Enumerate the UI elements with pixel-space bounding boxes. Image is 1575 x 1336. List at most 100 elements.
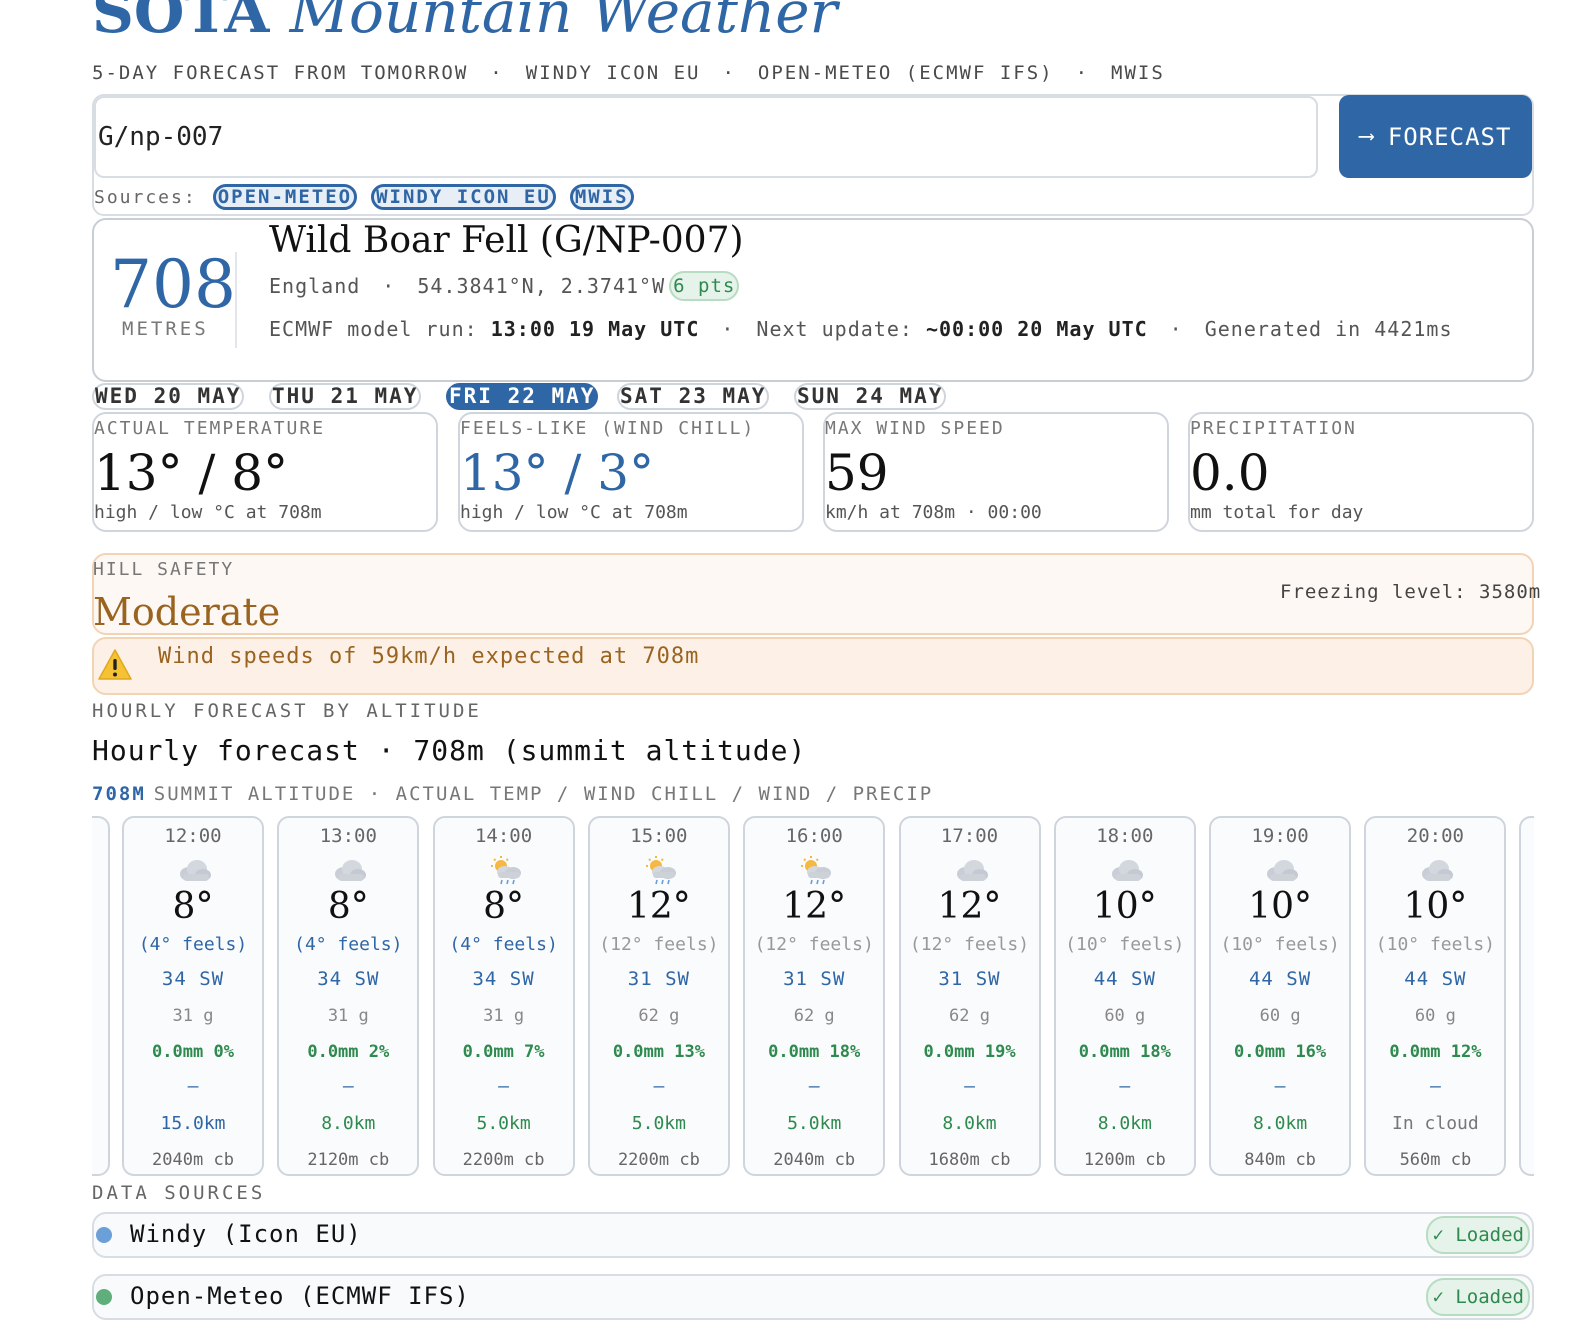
hour-precip: 0.0mm 16% — [1234, 1042, 1327, 1062]
cloud-icon — [954, 856, 990, 886]
cloud-icon — [1419, 856, 1455, 886]
stat-card-feels-like: FEELS-LIKE (WIND CHILL) 13° / 3° high / … — [458, 412, 804, 532]
hour-wind: 34 SW — [161, 968, 225, 990]
hour-visibility: 8.0km — [942, 1113, 997, 1134]
stat-value: 13° / 8° — [94, 444, 289, 502]
hour-visibility: 8.0km — [321, 1113, 376, 1134]
source-pill-open-meteo[interactable]: OPEN-METEO — [212, 184, 358, 210]
day-tab-sat[interactable]: SAT 23 MAY — [617, 383, 770, 410]
altitude-band-header: 708M SUMMIT ALTITUDE · ACTUAL TEMP / WIND… — [92, 783, 934, 805]
hourly-scroller[interactable]: 12:00 8° (4° feels) 34 SW 31 g 0.0mm 0% – 15.0k… — [92, 814, 1534, 1178]
sun-rain-icon — [643, 856, 679, 886]
arrow-right-icon: ⟶ — [1359, 124, 1374, 149]
hour-temp: 12° — [937, 886, 1002, 927]
day-tab-thu[interactable]: THU 21 MAY — [269, 383, 422, 410]
hour-card: 19:00 10° (10° feels) 44 SW 60 g 0.0mm 16% – 8.… — [1209, 816, 1352, 1176]
hour-cloud-base: 2040m cb — [152, 1150, 234, 1170]
app-subtitle: 5-DAY FORECAST FROM TOMORROW · WINDY ICON … — [92, 62, 1165, 84]
hour-temp: 12° — [626, 886, 691, 927]
stat-card-actual-temp: ACTUAL TEMPERATURE 13° / 8° high / low °… — [92, 412, 438, 532]
hour-feels-like: (12° feels) — [754, 934, 874, 955]
hour-time: 13:00 — [319, 825, 377, 847]
hour-time: 12:00 — [164, 825, 222, 847]
hour-cloud-base: 840m cb — [1244, 1150, 1316, 1170]
hour-precip: 0.0mm 0% — [152, 1042, 234, 1062]
hour-precip: 0.0mm 19% — [923, 1042, 1016, 1062]
hour-wind: 44 SW — [1404, 968, 1467, 990]
hour-precip: 0.0mm 18% — [768, 1042, 861, 1062]
hour-temp: 8° — [483, 886, 525, 927]
hour-wind: 44 SW — [1093, 968, 1156, 990]
hour-feels-like: (4° feels) — [294, 934, 403, 955]
stat-value: 0.0 — [1190, 444, 1270, 502]
hour-cloud-base: 560m cb — [1399, 1150, 1472, 1170]
hour-precip: 0.0mm 7% — [462, 1042, 545, 1062]
hour-precip: 0.0mm 13% — [612, 1042, 705, 1062]
hour-card: 16:00 12° (12° feels) 31 SW 62 g 0.0mm 18% – 5.… — [743, 816, 886, 1176]
sun-rain-icon — [488, 856, 524, 886]
stat-sub: high / low °C at 708m — [460, 502, 688, 523]
hour-precip: 0.0mm 12% — [1389, 1042, 1482, 1062]
hour-card: 14:00 8° (4° feels) 34 SW 31 g 0.0mm 7% – 5.0km… — [432, 816, 575, 1176]
hour-time: 16:00 — [785, 825, 843, 847]
status-badge: ✓ Loaded — [1426, 1216, 1530, 1254]
source-name: Windy (Icon EU) — [130, 1220, 362, 1248]
freezing-level: Freezing level: 3580m — [1280, 581, 1542, 603]
summit-altitude: 708 — [110, 246, 236, 323]
source-pill-windy[interactable]: WINDY ICON EU — [371, 184, 556, 210]
hour-visibility: 15.0km — [160, 1113, 226, 1134]
stat-sub: high / low °C at 708m — [94, 502, 322, 523]
hour-visibility: 8.0km — [1253, 1113, 1308, 1134]
hourly-title: Hourly forecast · 708m (summit altitude) — [92, 734, 807, 767]
hourly-section-label: HOURLY FORECAST BY ALTITUDE — [92, 700, 482, 722]
hour-cloud-base: 1680m cb — [928, 1150, 1011, 1170]
day-tab-sun[interactable]: SUN 24 MAY — [794, 383, 947, 410]
divider — [235, 252, 237, 348]
hour-time: 14:00 — [474, 825, 533, 847]
hour-precip: 0.0mm 18% — [1078, 1042, 1171, 1062]
hour-temp: 8° — [327, 886, 369, 927]
day-tab-fri[interactable]: FRI 22 MAY — [446, 383, 599, 410]
hour-wind: 31 SW — [783, 968, 846, 990]
hour-visibility: 5.0km — [631, 1113, 686, 1134]
altitude-unit: METRES — [122, 318, 209, 340]
source-dot — [96, 1289, 112, 1305]
hour-temp: 8° — [172, 886, 214, 927]
stat-sub: km/h at 708m · 00:00 — [825, 502, 1042, 523]
hour-wind: 31 SW — [938, 968, 1001, 990]
hour-separator: – — [1274, 1076, 1286, 1097]
hour-separator: – — [342, 1076, 354, 1097]
stat-value: 13° / 3° — [460, 444, 655, 502]
hour-separator: – — [498, 1076, 510, 1097]
hour-wind: 31 SW — [627, 968, 690, 990]
hour-card: 13:00 8° (4° feels) 34 SW 31 g 0.0mm 2% – 8.0km… — [277, 816, 420, 1176]
summit-search-input[interactable] — [94, 96, 1318, 178]
sun-rain-icon — [798, 856, 834, 886]
hour-card: 20:00 10° (10° feels) 44 SW 60 g 0.0mm 12% – In… — [1364, 816, 1507, 1176]
stat-value: 59 — [825, 444, 889, 502]
hour-cloud-base: 1200m cb — [1083, 1150, 1166, 1170]
hour-gust: 31 g — [327, 1006, 369, 1026]
source-pill-mwis[interactable]: MWIS — [569, 184, 634, 210]
hour-visibility: 5.0km — [787, 1113, 842, 1134]
hour-gust: 62 g — [638, 1006, 680, 1026]
cloud-icon — [1264, 856, 1300, 886]
app-title: SOTA Mountain Weather — [92, 0, 838, 46]
hour-feels-like: (12° feels) — [909, 934, 1030, 955]
hour-separator: – — [1429, 1076, 1441, 1097]
hour-wind: 34 SW — [317, 968, 380, 990]
sources-row: Sources: OPEN-METEO WINDY ICON EU MWIS — [94, 184, 634, 210]
stat-card-precipitation: PRECIPITATION 0.0 mm total for day — [1188, 412, 1534, 532]
hour-separator: – — [653, 1076, 665, 1097]
hour-cloud-base: 2040m cb — [773, 1150, 856, 1170]
hour-time: 19:00 — [1251, 825, 1309, 847]
source-dot — [96, 1227, 112, 1243]
hour-feels-like: (10° feels) — [1220, 934, 1340, 955]
model-run-info: ECMWF model run: 13:00 19 May UTC · Next u… — [269, 317, 1453, 341]
summit-location: England · 54.3841°N, 2.3741°W 6 pts — [269, 271, 740, 301]
hour-gust: 62 g — [949, 1006, 990, 1026]
hour-gust: 60 g — [1259, 1006, 1301, 1026]
forecast-button[interactable]: ⟶ FORECAST — [1339, 95, 1532, 178]
day-tab-wed[interactable]: WED 20 MAY — [92, 383, 245, 410]
hour-separator: – — [187, 1076, 199, 1097]
